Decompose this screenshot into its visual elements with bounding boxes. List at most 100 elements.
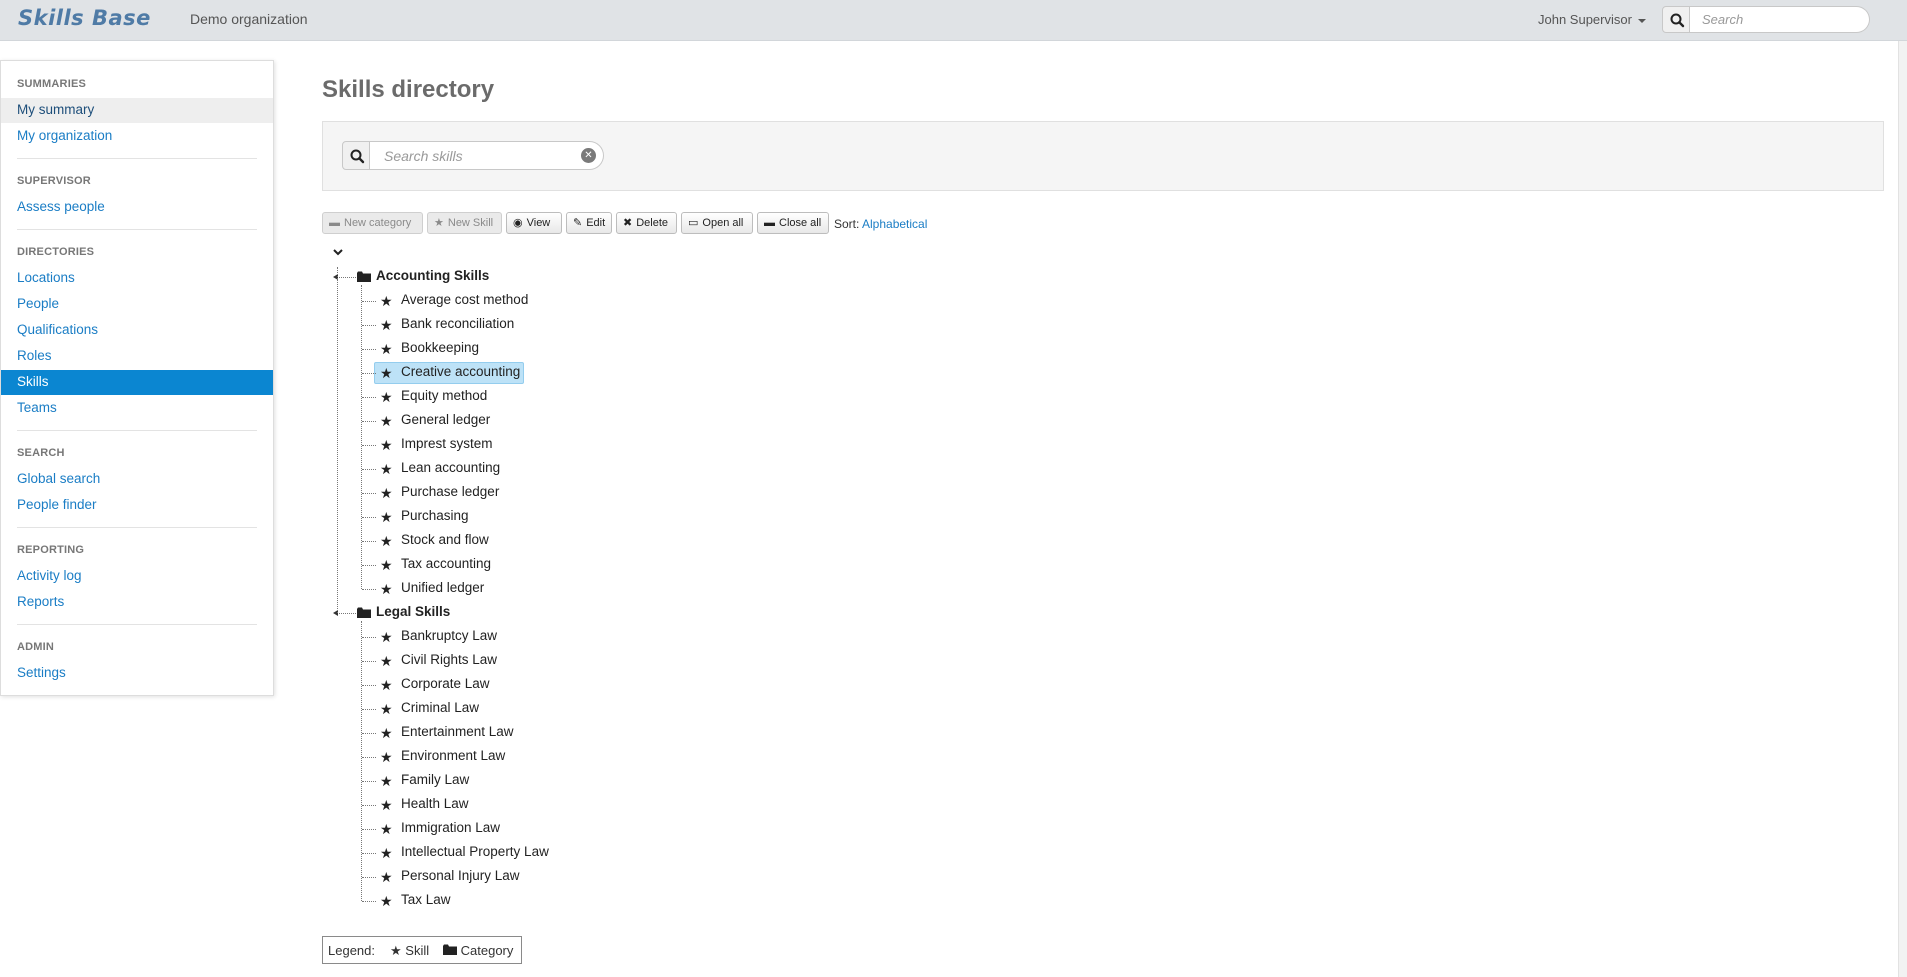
chevron-down-icon[interactable]: [332, 246, 344, 258]
new-skill-button[interactable]: ★ New Skill: [427, 212, 502, 234]
nav-search-button[interactable]: [1662, 6, 1690, 33]
user-name: John Supervisor: [1538, 12, 1632, 27]
tree-skill-label[interactable]: Intellectual Property Law: [401, 844, 549, 859]
sidebar-header-summaries: SUMMARIES: [17, 78, 87, 90]
sidebar-item-reports[interactable]: Reports: [1, 590, 273, 615]
sidebar-header-supervisor: SUPERVISOR: [17, 175, 91, 187]
folder-icon: [443, 944, 457, 955]
tree-skill-label[interactable]: Lean accounting: [401, 460, 500, 475]
delete-button[interactable]: ✖ Delete: [616, 212, 677, 234]
tree-category-label[interactable]: Accounting Skills: [376, 268, 489, 283]
tree-skill-label[interactable]: Bookkeeping: [401, 340, 479, 355]
caret-down-icon: [1637, 18, 1646, 23]
tree-skill-label[interactable]: Purchasing: [401, 508, 469, 523]
tree-skill-label[interactable]: Imprest system: [401, 436, 493, 451]
tree-connector: [362, 757, 376, 758]
tree-skill-label[interactable]: Tax accounting: [401, 556, 491, 571]
tree-skill-label[interactable]: Entertainment Law: [401, 724, 514, 739]
tree-connector: [361, 285, 362, 589]
tree-skill-label[interactable]: Family Law: [401, 772, 469, 787]
star-icon: ★: [380, 797, 393, 813]
sidebar-item-global-search[interactable]: Global search: [1, 467, 273, 492]
user-menu[interactable]: John Supervisor: [1538, 12, 1646, 27]
sidebar-divider: [17, 430, 257, 431]
vertical-scrollbar[interactable]: [1898, 41, 1907, 977]
tree-skill-label[interactable]: Bank reconciliation: [401, 316, 514, 331]
star-icon: ★: [380, 821, 393, 837]
tree-skill-label[interactable]: Unified ledger: [401, 580, 484, 595]
sidebar-item-settings[interactable]: Settings: [1, 661, 273, 686]
tree-skill-label[interactable]: Creative accounting: [401, 364, 520, 379]
sort-alphabetical-link[interactable]: Alphabetical: [862, 217, 927, 231]
sidebar-item-skills[interactable]: Skills: [1, 370, 273, 395]
tree-skill-label[interactable]: Stock and flow: [401, 532, 489, 547]
sidebar-item-my-summary[interactable]: My summary: [1, 98, 273, 123]
sidebar-item-people[interactable]: People: [1, 292, 273, 317]
edit-icon: ✎: [573, 217, 583, 229]
tree-connector: [362, 853, 376, 854]
tree-skill-label[interactable]: Health Law: [401, 796, 469, 811]
tree-connector: [362, 829, 376, 830]
tree-connector: [362, 469, 376, 470]
sidebar-item-roles[interactable]: Roles: [1, 344, 273, 369]
brand-logo[interactable]: Skills Base: [18, 6, 151, 30]
tree-skill-label[interactable]: Personal Injury Law: [401, 868, 520, 883]
close-all-button[interactable]: ▬ Close all: [757, 212, 829, 234]
tree-connector: [337, 613, 356, 614]
sidebar-header-directories: DIRECTORIES: [17, 246, 95, 258]
tree-skill-label[interactable]: Tax Law: [401, 892, 451, 907]
skill-search-input[interactable]: [370, 141, 604, 170]
tree-skill-label[interactable]: Corporate Law: [401, 676, 490, 691]
star-icon: ★: [380, 485, 393, 501]
star-icon: ★: [380, 725, 393, 741]
skill-search-button[interactable]: [342, 141, 370, 170]
clear-search-icon[interactable]: ✕: [581, 148, 596, 163]
sidebar-divider: [17, 158, 257, 159]
star-icon: ★: [380, 701, 393, 717]
legend: Legend: ★ Skill Category: [322, 936, 522, 964]
new-category-label: New category: [344, 217, 412, 229]
sidebar-header-reporting: REPORTING: [17, 544, 85, 556]
sidebar-item-people-finder[interactable]: People finder: [1, 493, 273, 518]
sidebar-item-qualifications[interactable]: Qualifications: [1, 318, 273, 343]
new-category-button[interactable]: ▬ New category: [322, 212, 423, 234]
close-all-label: Close all: [779, 217, 822, 229]
tree-skill-label[interactable]: Equity method: [401, 388, 487, 403]
star-icon: ★: [380, 293, 393, 309]
tree-connector: [362, 805, 376, 806]
tree-skill-label[interactable]: Environment Law: [401, 748, 505, 763]
tree-connector: [362, 565, 376, 566]
view-button[interactable]: ◉ View: [506, 212, 562, 234]
star-icon: ★: [434, 217, 444, 229]
star-icon: ★: [380, 773, 393, 789]
star-icon: ★: [380, 461, 393, 477]
edit-button[interactable]: ✎ Edit: [566, 212, 612, 234]
tree-skill-label[interactable]: Criminal Law: [401, 700, 479, 715]
tree-connector: [362, 397, 376, 398]
sidebar-item-my-organization[interactable]: My organization: [1, 124, 273, 149]
tree-skill-label[interactable]: Purchase ledger: [401, 484, 499, 499]
tree-category-label[interactable]: Legal Skills: [376, 604, 450, 619]
tree-skill-label[interactable]: Bankruptcy Law: [401, 628, 497, 643]
tree-connector: [362, 877, 376, 878]
delete-label: Delete: [636, 217, 669, 229]
sidebar-item-locations[interactable]: Locations: [1, 266, 273, 291]
star-icon: ★: [380, 629, 393, 645]
tree-connector: [362, 901, 376, 902]
global-search-input[interactable]: [1690, 6, 1870, 33]
sidebar-item-assess-people[interactable]: Assess people: [1, 195, 273, 220]
sidebar-divider: [17, 527, 257, 528]
sidebar-item-activity-log[interactable]: Activity log: [1, 564, 273, 589]
tree-skill-label[interactable]: Average cost method: [401, 292, 528, 307]
tree-skill-label[interactable]: Immigration Law: [401, 820, 500, 835]
sidebar-item-teams[interactable]: Teams: [1, 396, 273, 421]
tree-skill-label[interactable]: Civil Rights Law: [401, 652, 497, 667]
open-all-button[interactable]: ▭ Open all: [681, 212, 753, 234]
view-label: View: [526, 217, 551, 229]
sidebar-divider: [17, 624, 257, 625]
tree-skill-label[interactable]: General ledger: [401, 412, 490, 427]
star-icon: ★: [380, 869, 393, 885]
sidebar: SUMMARIES My summary My organization SUP…: [0, 60, 274, 696]
folder-icon: ▬: [329, 217, 340, 229]
tree-connector: [337, 267, 338, 613]
